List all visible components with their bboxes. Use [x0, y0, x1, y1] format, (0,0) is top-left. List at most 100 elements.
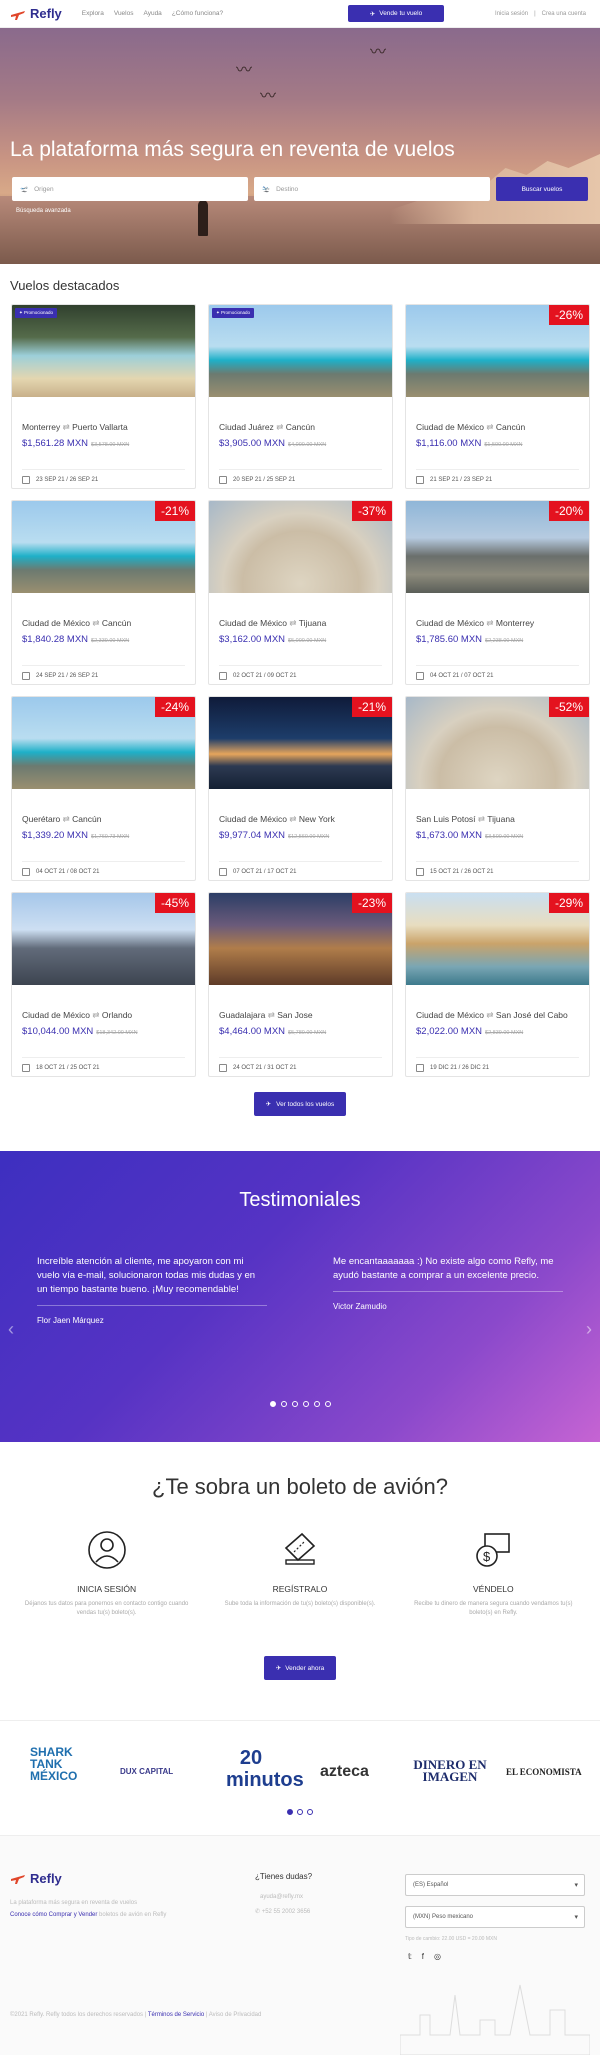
flight-dates: 24 SEP 21 / 26 SEP 21 — [22, 665, 185, 680]
calendar-icon — [416, 868, 424, 876]
origin-input[interactable]: 🛫 Origen — [12, 177, 248, 201]
flight-card[interactable]: ✦ Promocionado Ciudad Juárez ⇄ Cancún $3… — [208, 304, 393, 489]
flight-image: -20% — [406, 501, 589, 593]
promoted-badge: ✦ Promocionado — [15, 308, 58, 318]
carousel-dot[interactable] — [324, 1401, 331, 1407]
carousel-dot[interactable] — [297, 1809, 303, 1815]
flight-dates: 19 DIC 21 / 26 DIC 21 — [416, 1057, 579, 1072]
currency-select[interactable]: (MXN) Peso mexicano — [405, 1906, 585, 1928]
carousel-dot[interactable] — [307, 1809, 313, 1815]
promoted-label: Promocionado — [221, 310, 251, 315]
view-all-flights-button[interactable]: ✈ Ver todos los vuelos — [254, 1092, 346, 1116]
takeoff-icon: 🛫 — [20, 186, 29, 193]
sharktank-logo: SHARK TANK MÉXICO — [30, 1745, 78, 1783]
carousel-dot[interactable] — [280, 1401, 287, 1407]
calendar-icon — [22, 476, 30, 484]
route-origin: Ciudad de México — [416, 618, 485, 628]
sell-now-button[interactable]: ✈ Vender ahora — [264, 1656, 336, 1680]
flight-card[interactable]: -21% Ciudad de México ⇄ Cancún $1,840.28… — [11, 500, 196, 685]
flight-card[interactable]: -29% Ciudad de México ⇄ San José del Cab… — [405, 892, 590, 1077]
flight-image: -26% — [406, 305, 589, 397]
nav-link-explora[interactable]: Explora — [82, 10, 104, 17]
footer: Refly La plataforma más segura en revent… — [0, 1835, 600, 2055]
flight-card[interactable]: -21% Ciudad de México ⇄ New York $9,977.… — [208, 696, 393, 881]
discount-badge: -21% — [351, 697, 392, 717]
footer-howto-link[interactable]: Conoce cómo Comprar y Vender — [10, 1912, 97, 1918]
flight-image: -52% — [406, 697, 589, 789]
phone-icon: ✆ — [255, 1909, 262, 1915]
flight-card[interactable]: -20% Ciudad de México ⇄ Monterrey $1,785… — [405, 500, 590, 685]
footer-email[interactable]: ayuda@refly.mx — [260, 1894, 303, 1900]
testimonials-section: Testimoniales Increíble atención al clie… — [0, 1151, 600, 1442]
flight-route: Ciudad de México ⇄ Cancún — [416, 422, 525, 433]
route-destination: Cancún — [495, 422, 526, 432]
privacy-link[interactable]: Aviso de Privacidad — [209, 2012, 262, 2018]
brand-logo[interactable]: Refly — [10, 6, 62, 22]
advanced-search-link[interactable]: Búsqueda avanzada — [16, 208, 71, 214]
flight-route: Ciudad de México ⇄ Tijuana — [219, 618, 326, 629]
prev-arrow-icon[interactable]: ‹ — [8, 1319, 14, 1340]
carousel-dots — [0, 1401, 600, 1407]
view-all-label: Ver todos los vuelos — [276, 1100, 335, 1108]
dates-text: 18 OCT 21 / 25 OCT 21 — [36, 1065, 100, 1071]
price-current: $1,785.60 MXN — [416, 634, 483, 645]
round-trip-icon: ⇄ — [486, 422, 494, 432]
carousel-dot[interactable] — [287, 1809, 293, 1815]
flight-card[interactable]: -37% Ciudad de México ⇄ Tijuana $3,162.0… — [208, 500, 393, 685]
destination-input[interactable]: 🛬 Destino — [254, 177, 490, 201]
discount-badge: -24% — [154, 697, 195, 717]
facebook-icon[interactable]: f — [422, 1952, 424, 1961]
flight-image: ✦ Promocionado — [12, 305, 195, 397]
brand-name: Refly — [30, 1870, 62, 1886]
carousel-dot[interactable] — [269, 1401, 276, 1407]
how-it-works: ¿Te sobra un boleto de avión? INICIA SES… — [0, 1474, 600, 1680]
dates-text: 21 SEP 21 / 23 SEP 21 — [430, 477, 493, 483]
terms-link[interactable]: Términos de Servicio — [148, 2012, 204, 2018]
search-flights-button[interactable]: Buscar vuelos — [496, 177, 588, 201]
calendar-icon — [22, 1064, 30, 1072]
promoted-badge: ✦ Promocionado — [212, 308, 255, 318]
testimonials-title: Testimoniales — [239, 1189, 361, 1211]
hero-person — [198, 200, 208, 236]
twitter-icon[interactable]: 𝕥 — [408, 1952, 412, 1961]
instagram-icon[interactable]: ◎ — [434, 1952, 441, 1961]
carousel-dot[interactable] — [302, 1401, 309, 1407]
price-current: $10,044.00 MXN — [22, 1026, 94, 1037]
footer-logo[interactable]: Refly — [10, 1870, 62, 1886]
dates-text: 24 SEP 21 / 26 SEP 21 — [36, 673, 99, 679]
signup-link[interactable]: Crea una cuenta — [542, 11, 586, 17]
flight-dates: 18 OCT 21 / 25 OCT 21 — [22, 1057, 185, 1072]
next-arrow-icon[interactable]: › — [586, 1319, 592, 1340]
flight-price: $10,044.00 MXN $18,342.00 MXN — [22, 1026, 138, 1037]
login-link[interactable]: Inicia sesión — [495, 11, 528, 17]
flight-card[interactable]: -52% San Luis Potosí ⇄ Tijuana $1,673.00… — [405, 696, 590, 881]
flight-price: $1,840.28 MXN $2,339.00 MXN — [22, 634, 129, 645]
route-destination: Cancún — [285, 422, 315, 432]
flight-card[interactable]: -23% Guadalajara ⇄ San Jose $4,464.00 MX… — [208, 892, 393, 1077]
flight-route: Ciudad de México ⇄ Cancún — [22, 618, 131, 629]
testimonial-card: Me encantaaaaaaa :) No existe algo como … — [333, 1255, 563, 1314]
nav-link-ayuda[interactable]: Ayuda — [143, 10, 161, 17]
price-current: $3,162.00 MXN — [219, 634, 286, 645]
flight-card[interactable]: ✦ Promocionado Monterrey ⇄ Puerto Vallar… — [11, 304, 196, 489]
flight-card[interactable]: -26% Ciudad de México ⇄ Cancún $1,116.00… — [405, 304, 590, 489]
flight-dates: 15 OCT 21 / 26 OCT 21 — [416, 861, 579, 876]
carousel-dot[interactable] — [291, 1401, 298, 1407]
nav-link-vuelos[interactable]: Vuelos — [114, 10, 134, 17]
testimonial-divider — [37, 1305, 267, 1306]
nav-link-como-funciona[interactable]: ¿Cómo funciona? — [172, 10, 223, 17]
price-current: $2,022.00 MXN — [416, 1026, 483, 1037]
footer-howto-tail: boletos de avión en Refly — [99, 1912, 167, 1918]
language-select[interactable]: (ES) Español — [405, 1874, 585, 1896]
plane-icon: ✈ — [275, 1665, 282, 1672]
flight-card[interactable]: -45% Ciudad de México ⇄ Orlando $10,044.… — [11, 892, 196, 1077]
step-title: INICIA SESIÓN — [77, 1584, 137, 1594]
flight-card[interactable]: -24% Querétaro ⇄ Cancún $1,339.20 MXN $1,… — [11, 696, 196, 881]
sell-flight-button[interactable]: ✈ Vende tu vuelo — [348, 5, 444, 22]
exchange-rate: Tipo de cambio: 22.00 USD = 20.00 MXN — [405, 1936, 497, 1942]
flight-dates: 24 OCT 21 / 31 OCT 21 — [219, 1057, 382, 1072]
svg-text:$: $ — [483, 1549, 491, 1564]
price-original: $1,760.73 MXN — [91, 834, 130, 840]
dates-text: 24 OCT 21 / 31 OCT 21 — [233, 1065, 297, 1071]
carousel-dot[interactable] — [313, 1401, 320, 1407]
